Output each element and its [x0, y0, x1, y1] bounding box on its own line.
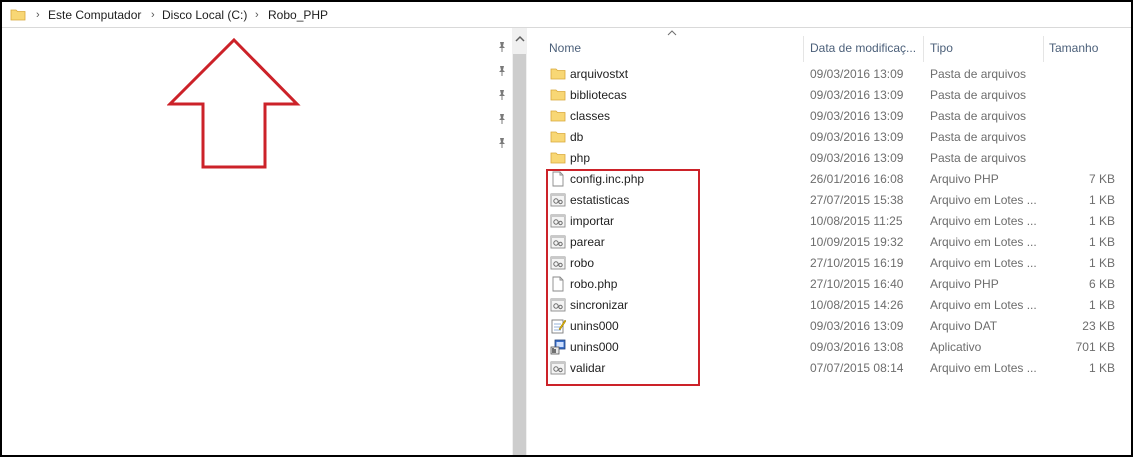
- file-date: 27/07/2015 15:38: [810, 193, 904, 207]
- file-date: 09/03/2016 13:09: [810, 88, 904, 102]
- breadcrumb-item-robo-php[interactable]: Robo_PHP: [268, 7, 328, 23]
- column-header-type[interactable]: Tipo: [930, 40, 1040, 56]
- folder-icon: [550, 129, 566, 145]
- file-size: 1 KB: [1088, 298, 1115, 312]
- chevron-up-icon: [667, 28, 677, 39]
- file-type: Arquivo em Lotes ...: [930, 193, 1037, 207]
- breadcrumb-separator[interactable]: ›: [151, 7, 155, 23]
- file-type: Arquivo DAT: [930, 319, 998, 333]
- file-type: Arquivo PHP: [930, 277, 999, 291]
- file-date: 10/08/2015 11:25: [810, 214, 903, 228]
- column-header-size[interactable]: Tamanho: [1049, 40, 1129, 56]
- file-date: 27/10/2015 16:40: [810, 277, 904, 291]
- file-date: 09/03/2016 13:09: [810, 109, 904, 123]
- pin-icon[interactable]: [496, 113, 508, 125]
- breadcrumb-item-disco-local[interactable]: Disco Local (C:): [162, 7, 247, 23]
- file-size: 6 KB: [1088, 277, 1115, 291]
- file-size: 1 KB: [1088, 214, 1115, 228]
- file-type: Arquivo PHP: [930, 172, 999, 186]
- folder-icon: [550, 150, 566, 166]
- file-row[interactable]: php 09/03/2016 13:09 Pasta de arquivos: [544, 148, 1129, 169]
- highlight-rectangle: [546, 169, 700, 386]
- file-date: 09/03/2016 13:08: [810, 340, 904, 354]
- scrollbar-thumb[interactable]: [513, 54, 526, 455]
- file-date: 10/08/2015 14:26: [810, 298, 904, 312]
- file-type: Pasta de arquivos: [930, 88, 1027, 102]
- file-row[interactable]: bibliotecas 09/03/2016 13:09 Pasta de arqu…: [544, 85, 1129, 106]
- file-date: 27/10/2015 16:19: [810, 256, 904, 270]
- file-type: Arquivo em Lotes ...: [930, 214, 1037, 228]
- pin-icon[interactable]: [496, 41, 508, 53]
- file-size: 1 KB: [1088, 235, 1115, 249]
- folder-icon: [550, 87, 566, 103]
- file-name: php: [570, 151, 591, 165]
- file-name: bibliotecas: [570, 88, 627, 102]
- file-type: Arquivo em Lotes ...: [930, 361, 1037, 375]
- pin-icon[interactable]: [496, 89, 508, 101]
- file-name: arquivostxt: [570, 67, 629, 81]
- file-type: Pasta de arquivos: [930, 130, 1027, 144]
- pin-icon[interactable]: [496, 65, 508, 77]
- breadcrumb-item-este-computador[interactable]: Este Computador: [48, 7, 141, 23]
- pin-icon[interactable]: [496, 137, 508, 149]
- file-size: 23 KB: [1082, 319, 1115, 333]
- file-row[interactable]: arquivostxt 09/03/2016 13:09 Pasta de arqu…: [544, 64, 1129, 85]
- file-row[interactable]: classes 09/03/2016 13:09 Pasta de arquivos: [544, 106, 1129, 127]
- file-date: 09/03/2016 13:09: [810, 130, 904, 144]
- file-date: 09/03/2016 13:09: [810, 67, 904, 81]
- file-type: Pasta de arquivos: [930, 151, 1027, 165]
- folder-icon: [550, 66, 566, 82]
- file-date: 07/07/2015 08:14: [810, 361, 904, 375]
- folder-icon: [550, 108, 566, 124]
- file-type: Arquivo em Lotes ...: [930, 256, 1037, 270]
- file-name: classes: [570, 109, 611, 123]
- file-type: Pasta de arquivos: [930, 67, 1027, 81]
- file-date: 09/03/2016 13:09: [810, 319, 904, 333]
- address-bar[interactable]: › Este Computador › Disco Local (C:) › R…: [2, 2, 1131, 28]
- explorer-window: › Este Computador › Disco Local (C:) › R…: [0, 0, 1133, 457]
- file-type: Arquivo em Lotes ...: [930, 298, 1037, 312]
- column-header-name[interactable]: Nome: [549, 40, 799, 56]
- file-size: 1 KB: [1088, 361, 1115, 375]
- up-arrow-outline-icon: [167, 37, 301, 169]
- file-date: 26/01/2016 16:08: [810, 172, 904, 186]
- folder-icon: [10, 7, 26, 26]
- chevron-up-icon[interactable]: [514, 34, 526, 48]
- file-size: 1 KB: [1088, 256, 1115, 270]
- file-date: 09/03/2016 13:09: [810, 151, 904, 165]
- file-type: Pasta de arquivos: [930, 109, 1027, 123]
- file-size: 701 KB: [1075, 340, 1115, 354]
- column-header-date[interactable]: Data de modificaç...: [810, 40, 922, 56]
- file-size: 7 KB: [1088, 172, 1115, 186]
- breadcrumb-separator[interactable]: ›: [255, 7, 259, 23]
- file-type: Aplicativo: [930, 340, 982, 354]
- file-type: Arquivo em Lotes ...: [930, 235, 1037, 249]
- file-name: db: [570, 130, 584, 144]
- file-size: 1 KB: [1088, 193, 1115, 207]
- file-row[interactable]: db 09/03/2016 13:09 Pasta de arquivos: [544, 127, 1129, 148]
- breadcrumb-separator[interactable]: ›: [36, 7, 40, 23]
- file-date: 10/09/2015 19:32: [810, 235, 904, 249]
